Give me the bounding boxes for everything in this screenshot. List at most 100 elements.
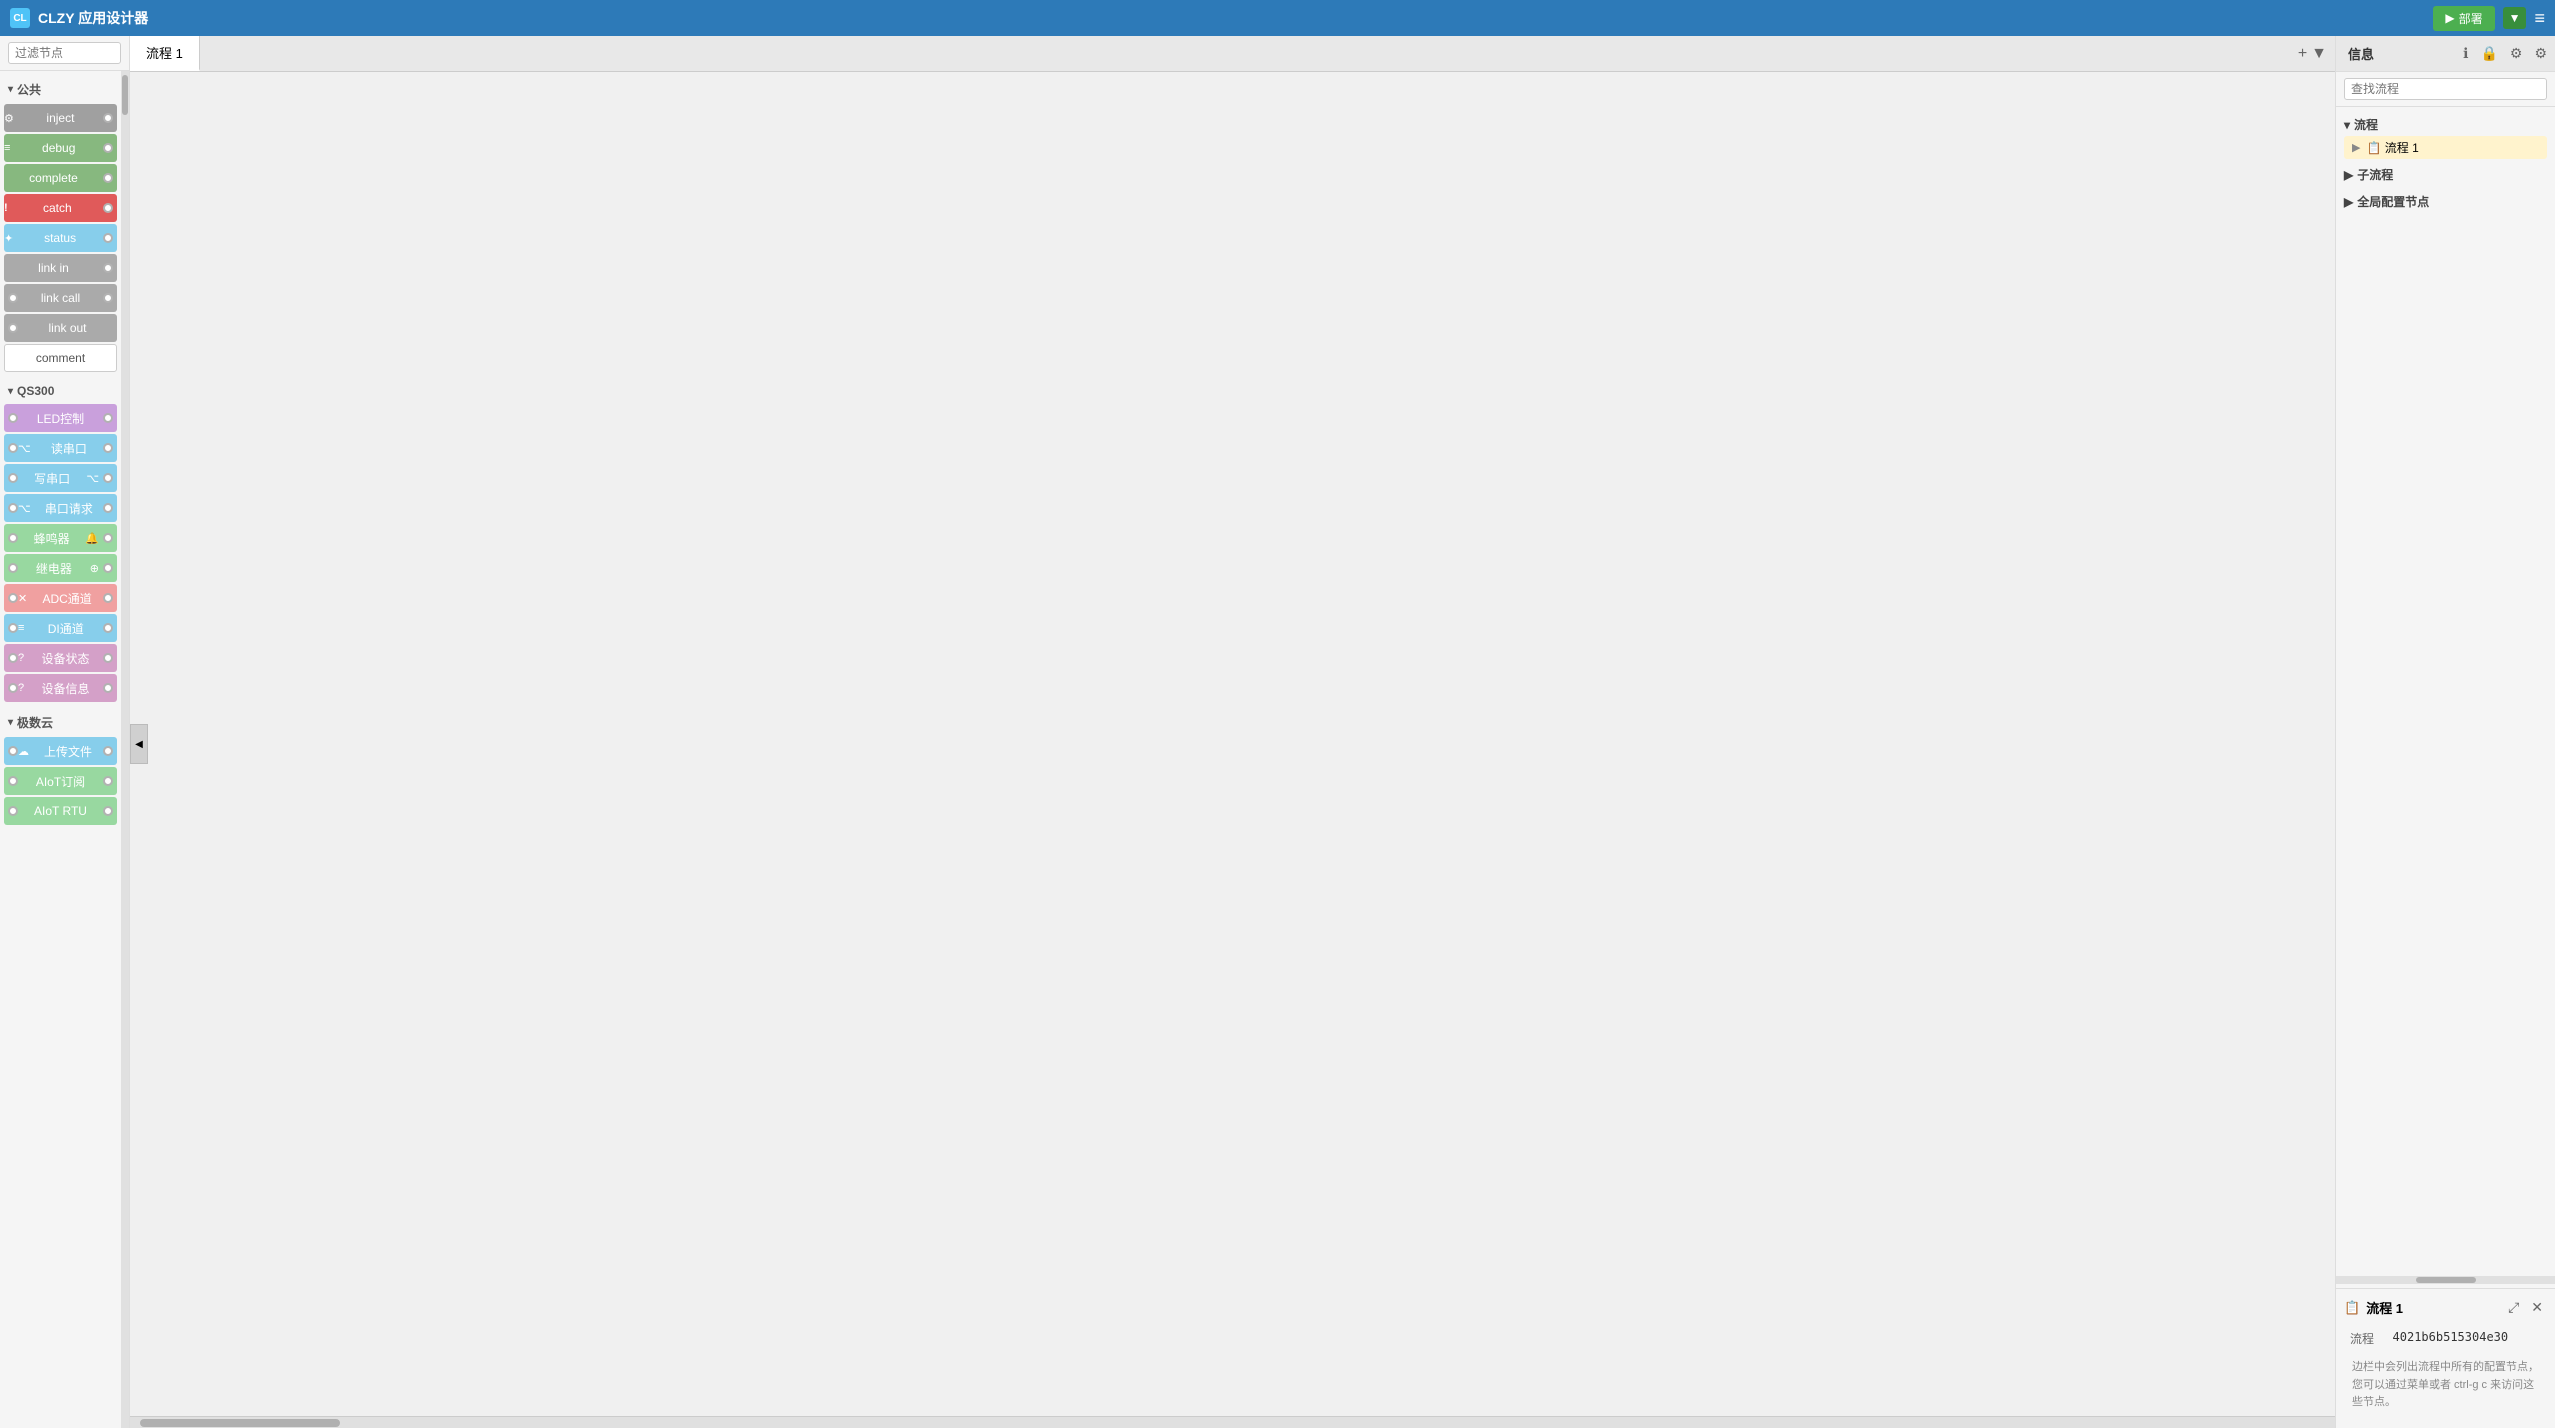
section-jiduyun-header[interactable]: ▾ 极数云 <box>4 710 117 735</box>
chevron-down-icon-4: ▾ <box>2344 118 2350 132</box>
settings-icon-btn[interactable]: ⚙ <box>2506 43 2527 64</box>
node-aiot-sub-input-port <box>8 776 18 786</box>
info-icon-btn[interactable]: ℹ <box>2459 43 2472 64</box>
tree-section-global-config: ▶ 全局配置节点 <box>2344 190 2547 213</box>
node-device-info-output-port <box>103 683 113 693</box>
right-bottom-header: 📋 流程 1 ⤢ ✕ <box>2344 1297 2547 1318</box>
left-sidebar-inner: ▾ 公共 ⚙ inject ≡ debug complete <box>0 71 129 1428</box>
tree-item-flow1[interactable]: ▶ 📋 流程 1 <box>2344 136 2547 159</box>
node-serial-write-output-port <box>103 473 113 483</box>
right-bottom-flow-id: 4021b6b515304e30 <box>2389 1328 2545 1349</box>
node-aiot-rtu[interactable]: AIoT RTU <box>4 797 117 825</box>
node-aiot-sub-label: AIoT订阅 <box>18 773 103 790</box>
flow-icon: ▶ <box>2352 141 2360 154</box>
tree-section-subflows: ▶ 子流程 <box>2344 163 2547 186</box>
node-relay[interactable]: 继电器 ⊕ <box>4 554 117 582</box>
node-complete[interactable]: complete <box>4 164 117 192</box>
node-link-out-label: link out <box>18 321 117 335</box>
node-device-status[interactable]: ? 设备状态 <box>4 644 117 672</box>
node-link-in[interactable]: link in <box>4 254 117 282</box>
cross-icon: ✕ <box>18 592 27 605</box>
canvas-area: 流程 1 + ▼ ◀ <box>130 36 2335 1428</box>
right-bottom-close-btn[interactable]: ✕ <box>2527 1297 2547 1318</box>
tab-actions: + ▼ <box>2298 45 2335 63</box>
right-bottom-table: 流程 4021b6b515304e30 <box>2344 1326 2547 1351</box>
main-menu-button[interactable]: ≡ <box>2534 8 2545 29</box>
right-panel-tree: ▾ 流程 ▶ 📋 流程 1 ▶ 子流程 ▶ 全局配置节点 <box>2336 107 2555 1272</box>
node-debug[interactable]: ≡ debug <box>4 134 117 162</box>
settings2-icon-btn[interactable]: ⚙ <box>2530 43 2551 64</box>
node-serial-req-label: 串口请求 <box>35 500 103 517</box>
chevron-down-icon-3: ▾ <box>8 717 13 728</box>
tree-subflows-label: 子流程 <box>2357 166 2393 183</box>
section-qs300-header[interactable]: ▾ QS300 <box>4 380 117 402</box>
section-jiduyun-label: 极数云 <box>17 714 53 731</box>
node-buzzer[interactable]: 蜂鸣器 🔔 <box>4 524 117 552</box>
node-adc[interactable]: ✕ ADC通道 <box>4 584 117 612</box>
tab-dropdown-button[interactable]: ▼ <box>2311 45 2327 63</box>
right-panel-search <box>2336 72 2555 107</box>
tab-bar: 流程 1 + ▼ <box>130 36 2335 72</box>
section-public-header[interactable]: ▾ 公共 <box>4 77 117 102</box>
node-catch[interactable]: ! catch <box>4 194 117 222</box>
search-input[interactable] <box>8 42 121 64</box>
node-aiot-sub[interactable]: AIoT订阅 <box>4 767 117 795</box>
node-di[interactable]: ≡ DI通道 <box>4 614 117 642</box>
node-device-info[interactable]: ? 设备信息 <box>4 674 117 702</box>
node-serial-read[interactable]: ⌥ 读串口 <box>4 434 117 462</box>
cloud-icon: ☁ <box>18 745 29 758</box>
node-adc-input-port <box>8 593 18 603</box>
node-device-status-label: 设备状态 <box>28 650 103 667</box>
node-led-input-port <box>8 413 18 423</box>
deploy-button[interactable]: ▶ 部署 <box>2433 6 2494 31</box>
node-led[interactable]: LED控制 <box>4 404 117 432</box>
tree-flows-header[interactable]: ▾ 流程 <box>2344 113 2547 136</box>
parallel-icon: ⌥ <box>18 442 31 455</box>
node-relay-label: 继电器 <box>18 560 90 577</box>
node-upload-label: 上传文件 <box>33 743 103 760</box>
right-bottom-flow-label: 流程 <box>2346 1328 2387 1349</box>
header: CL CLZY 应用设计器 ▶ 部署 ▼ ≡ <box>0 0 2555 36</box>
node-link-call[interactable]: link call <box>4 284 117 312</box>
node-link-call-label: link call <box>18 291 103 305</box>
parallel-icon-3: ⌥ <box>18 502 31 515</box>
lock-icon-btn[interactable]: 🔒 <box>2476 43 2501 64</box>
node-status[interactable]: ✦ status <box>4 224 117 252</box>
sidebar-scrollbar[interactable] <box>121 71 129 1428</box>
tree-flows-label: 流程 <box>2354 116 2378 133</box>
app-title: CLZY 应用设计器 <box>38 8 148 28</box>
tree-global-config-header[interactable]: ▶ 全局配置节点 <box>2344 190 2547 213</box>
node-adc-label: ADC通道 <box>31 590 103 607</box>
right-tab-icons: ℹ 🔒 ⚙ ⚙ <box>2459 43 2551 64</box>
node-upload[interactable]: ☁ 上传文件 <box>4 737 117 765</box>
canvas-scrollbar-h[interactable] <box>130 1416 2335 1428</box>
node-device-info-input-port <box>8 683 18 693</box>
right-search-input[interactable] <box>2344 78 2547 100</box>
node-inject[interactable]: ⚙ inject <box>4 104 117 132</box>
node-di-input-port <box>8 623 18 633</box>
sidebar-scrollbar-thumb <box>122 75 128 115</box>
header-right: ▶ 部署 ▼ ≡ <box>2433 6 2545 31</box>
node-device-status-input-port <box>8 653 18 663</box>
chevron-down-icon: ▾ <box>8 84 13 95</box>
node-serial-req-output-port <box>103 503 113 513</box>
right-bottom-expand-btn[interactable]: ⤢ <box>2504 1297 2523 1318</box>
node-serial-write-input-port <box>8 473 18 483</box>
node-comment[interactable]: comment <box>4 344 117 372</box>
gear-icon: ⚙ <box>4 112 14 125</box>
node-serial-read-input-port <box>8 443 18 453</box>
right-tab-info[interactable]: 信息 <box>2340 40 2382 67</box>
node-di-output-port <box>103 623 113 633</box>
add-tab-button[interactable]: + <box>2298 45 2307 63</box>
tab-flow1[interactable]: 流程 1 <box>130 36 200 71</box>
node-serial-req[interactable]: ⌥ 串口请求 <box>4 494 117 522</box>
deploy-dropdown-button[interactable]: ▼ <box>2503 7 2527 29</box>
node-serial-write[interactable]: 写串口 ⌥ <box>4 464 117 492</box>
right-bottom-row-flow: 流程 4021b6b515304e30 <box>2346 1328 2545 1349</box>
right-panel-scrollbar[interactable] <box>2336 1276 2555 1284</box>
collapse-sidebar-button[interactable]: ◀ <box>130 724 148 764</box>
tree-subflows-header[interactable]: ▶ 子流程 <box>2344 163 2547 186</box>
node-relay-output-port <box>103 563 113 573</box>
node-link-out[interactable]: link out <box>4 314 117 342</box>
node-device-status-output-port <box>103 653 113 663</box>
